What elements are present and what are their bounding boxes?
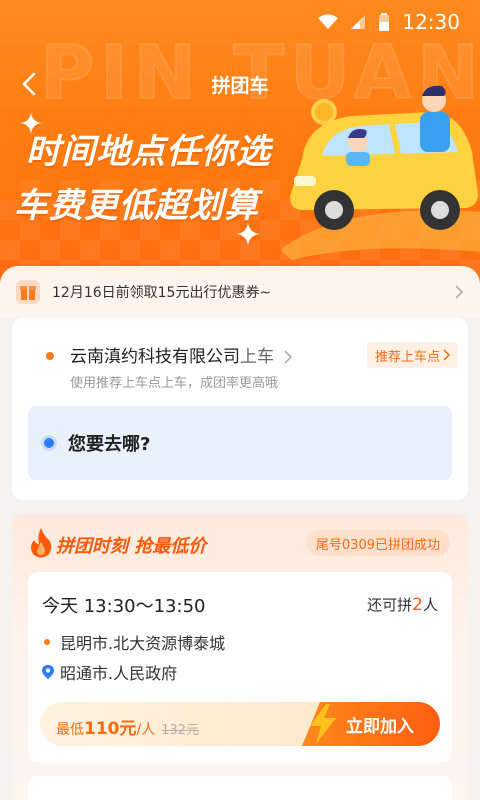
pickup-dot-icon bbox=[46, 352, 54, 360]
coupon-text: 12月16日前领取15元出行优惠券~ bbox=[52, 285, 272, 301]
trip-time: 今天 13:30～13:50 bbox=[42, 596, 206, 617]
group-section-title: 拼团时刻 抢最低价 bbox=[56, 536, 207, 557]
flame-icon bbox=[31, 528, 52, 558]
price-area: 最低110元/人 132元 bbox=[56, 714, 199, 739]
trip-destination: 昭通市.人民政府 bbox=[42, 660, 177, 684]
trip-card[interactable]: 今天 13:30～13:50 还可拼2人 昆明市.北大资源博泰城 昭通市.人民政… bbox=[28, 572, 452, 762]
wifi-icon bbox=[318, 14, 339, 30]
chevron-right-icon bbox=[443, 349, 450, 361]
destination-placeholder: 您要去哪? bbox=[68, 434, 151, 455]
seats-prefix: 还可拼 bbox=[367, 596, 413, 614]
trip-origin-text: 昆明市.北大资源博泰城 bbox=[60, 634, 226, 653]
group-section: 拼团时刻 抢最低价 尾号0309已拼团成功 今天 13:30～13:50 还可拼… bbox=[12, 514, 468, 800]
price-value: 110元 bbox=[84, 719, 137, 739]
price-prefix: 最低 bbox=[56, 722, 84, 738]
pickup-hint: 使用推荐上车点上车，成团率更高哦 bbox=[70, 376, 279, 391]
status-time: 12:30 bbox=[402, 10, 460, 34]
chevron-right-icon bbox=[455, 285, 464, 299]
lightning-icon bbox=[310, 704, 336, 744]
page-title: 拼团车 bbox=[211, 74, 269, 97]
recommend-pickup-label: 推荐上车点 bbox=[374, 349, 440, 365]
sparkle-icon bbox=[20, 112, 42, 134]
hero-slogan-line1: 时间地点任你选 bbox=[26, 132, 271, 172]
location-pin-icon bbox=[42, 665, 54, 679]
signal-icon bbox=[350, 14, 366, 30]
hero-banner: PIN TUAN 12:30 拼团车 时间地点任你选 车费更低超划算 bbox=[0, 0, 480, 290]
trip-origin: 昆明市.北大资源博泰城 bbox=[42, 630, 225, 654]
coupon-strip[interactable]: 12月16日前领取15元出行优惠券~ bbox=[0, 266, 480, 318]
trip-destination-text: 昭通市.人民政府 bbox=[60, 664, 178, 683]
join-now-label: 立即加入 bbox=[346, 716, 414, 737]
chevron-right-icon bbox=[284, 350, 293, 364]
trip-card-next[interactable] bbox=[28, 776, 452, 800]
battery-icon bbox=[378, 13, 390, 31]
trip-seats: 还可拼2人 bbox=[367, 594, 438, 615]
gift-icon bbox=[16, 280, 40, 304]
car-illustration bbox=[282, 85, 480, 260]
pickup-row[interactable]: 云南滇约科技有限公司上车 使用推荐上车点上车，成团率更高哦 推荐上车点 bbox=[12, 342, 468, 392]
sparkle-icon bbox=[236, 222, 260, 246]
location-card: 云南滇约科技有限公司上车 使用推荐上车点上车，成团率更高哦 推荐上车点 您要去哪… bbox=[12, 318, 468, 500]
seats-suffix: 人 bbox=[422, 596, 438, 614]
pickup-suffix: 上车 bbox=[240, 347, 274, 367]
recommend-pickup-button[interactable]: 推荐上车点 bbox=[366, 342, 458, 368]
origin-dot-icon bbox=[44, 639, 50, 645]
join-bar: 最低110元/人 132元 立即加入 bbox=[40, 702, 440, 746]
destination-dot-icon bbox=[44, 438, 54, 448]
pickup-location-name: 云南滇约科技有限公司 bbox=[70, 347, 240, 367]
status-bar: 12:30 bbox=[0, 0, 480, 44]
hero-slogan-line2: 车费更低超划算 bbox=[14, 186, 259, 226]
back-arrow-icon bbox=[22, 72, 36, 96]
price-unit: /人 bbox=[136, 722, 156, 738]
seats-count: 2 bbox=[412, 595, 423, 615]
destination-input[interactable]: 您要去哪? bbox=[28, 406, 452, 480]
success-tag: 尾号0309已拼团成功 bbox=[305, 530, 450, 556]
back-button[interactable] bbox=[16, 70, 44, 98]
original-price: 132元 bbox=[161, 723, 200, 738]
